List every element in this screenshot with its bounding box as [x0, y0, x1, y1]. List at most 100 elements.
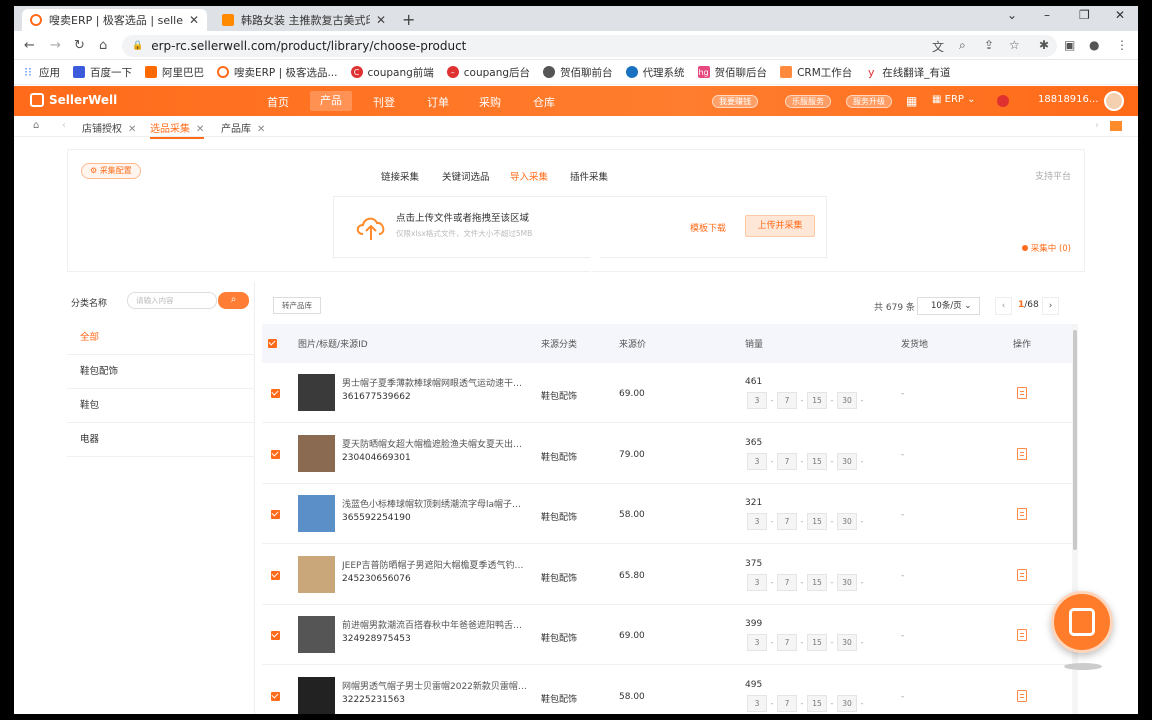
back-icon[interactable]: ← — [24, 38, 35, 53]
page-tab-store-auth[interactable]: 店铺授权 ✕ — [82, 120, 136, 135]
tab-plugin[interactable]: 插件采集 — [570, 169, 608, 183]
share-icon[interactable]: ⇪ — [984, 38, 994, 52]
tab-link-collect[interactable]: 链接采集 — [381, 169, 419, 183]
product-title[interactable]: 浅蓝色小标棒球帽软顶刺绣潮流字母la帽子显... — [342, 497, 528, 510]
tab-search-icon[interactable]: ⌄ — [1007, 8, 1017, 22]
close-icon[interactable]: ✕ — [128, 124, 136, 135]
restore-icon[interactable]: ❐ — [1079, 8, 1090, 22]
edit-icon[interactable] — [1017, 387, 1027, 399]
bookmark-baidu[interactable]: 百度一下 — [73, 65, 132, 80]
product-thumbnail[interactable] — [298, 434, 335, 472]
category-item-electric[interactable]: 电器 — [67, 423, 255, 457]
table-row[interactable]: 网帽男透气帽子男士贝雷帽2022新款贝雷帽女... 32225231563 鞋包… — [262, 665, 1072, 714]
search-button[interactable]: ⌕ — [218, 292, 249, 309]
table-row[interactable]: 男士帽子夏季薄款棒球帽网眼透气运动速干帽... 361677539662 鞋包配… — [262, 363, 1072, 423]
star-icon[interactable]: ☆ — [1009, 38, 1020, 52]
zoom-icon[interactable]: ⌕ — [959, 38, 966, 53]
upgrade-pill[interactable]: 服务升级 — [846, 95, 892, 108]
table-scrollbar[interactable] — [1072, 324, 1078, 714]
extensions-icon[interactable]: ✱ — [1039, 38, 1049, 52]
product-title[interactable]: JEEP吉普防晒帽子男遮阳大帽檐夏季透气钓鱼... — [342, 558, 528, 571]
bookmark-crm[interactable]: CRM工作台 — [780, 65, 852, 80]
nav-listing[interactable]: 刊登 — [373, 94, 395, 110]
template-download-link[interactable]: 模板下载 — [690, 221, 726, 234]
minimize-icon[interactable]: – — [1044, 8, 1050, 22]
home-icon[interactable]: ⌂ — [33, 120, 39, 131]
url-field[interactable]: 🔒 erp-rc.sellerwell.com/product/library/… — [122, 35, 1057, 57]
collect-config-button[interactable]: ⚙ 采集配置 — [81, 163, 141, 179]
close-icon[interactable]: ✕ — [196, 124, 204, 135]
supported-platforms-link[interactable]: 支持平台 — [1035, 169, 1071, 182]
page-tab-library[interactable]: 产品库 ✕ — [221, 120, 265, 135]
scroll-right-icon[interactable]: › — [1095, 120, 1099, 131]
edit-icon[interactable] — [1017, 689, 1027, 702]
page-tab-collect[interactable]: 选品采集 ✕ — [150, 120, 205, 139]
row-checkbox[interactable] — [271, 631, 280, 640]
forward-icon[interactable]: → — [50, 38, 61, 53]
product-title[interactable]: 前进帽男款潮流百搭春秋中年爸爸遮阳鸭舌帽... — [342, 618, 528, 631]
row-checkbox[interactable] — [271, 510, 280, 519]
product-thumbnail[interactable] — [298, 374, 335, 411]
tab-import[interactable]: 导入采集 — [510, 169, 548, 183]
reload-icon[interactable]: ↻ — [74, 38, 85, 53]
bookmark-agent[interactable]: 代理系统 — [625, 65, 685, 80]
row-checkbox[interactable] — [271, 389, 280, 398]
prev-page-icon[interactable]: ‹ — [995, 297, 1012, 315]
nav-purchase[interactable]: 采购 — [479, 94, 501, 110]
bookmark-coupang-back[interactable]: – coupang后台 — [446, 65, 530, 80]
row-checkbox[interactable] — [271, 691, 280, 701]
bookmark-coupang-front[interactable]: Ccoupang前端 — [350, 65, 434, 80]
tab-menu-icon[interactable] — [1110, 121, 1122, 131]
table-row[interactable]: 夏天防晒帽女超大帽檐遮脸渔夫帽女夏天出游... 230404669301 鞋包配… — [262, 423, 1072, 484]
close-icon[interactable]: ✕ — [189, 13, 199, 27]
product-title[interactable]: 男士帽子夏季薄款棒球帽网眼透气运动速干帽... — [342, 376, 528, 389]
product-thumbnail[interactable] — [298, 555, 335, 593]
product-thumbnail[interactable] — [298, 495, 335, 532]
service-pill[interactable]: 乐服服务 — [785, 95, 831, 108]
menu-icon[interactable]: ⋮ — [1116, 38, 1128, 52]
close-icon[interactable]: ✕ — [376, 13, 386, 27]
browser-tab-erp[interactable]: 嗖卖ERP | 极客选品 | sellerwell ✕ — [22, 9, 207, 31]
product-thumbnail[interactable] — [298, 616, 335, 653]
sidepanel-icon[interactable]: ▣ — [1064, 38, 1075, 52]
browser-tab-product[interactable]: 韩路女装 主推款复古美式印花T恤 ✕ — [214, 9, 394, 31]
home-icon[interactable]: ⌂ — [99, 38, 107, 53]
scroll-left-icon[interactable]: ‹ — [62, 120, 66, 131]
app-logo[interactable]: SellerWell — [30, 93, 117, 107]
product-thumbnail[interactable] — [298, 676, 335, 714]
assistant-float-button[interactable] — [1051, 591, 1113, 653]
select-all-checkbox[interactable] — [268, 339, 277, 348]
upload-dropzone[interactable]: 点击上传文件或者拖拽至该区域 仅限xlsx格式文件，文件大小不超过5MB 模板下… — [333, 196, 827, 258]
bookmark-apps[interactable]: ⁝⁝ 应用 — [22, 65, 60, 80]
table-row[interactable]: 前进帽男款潮流百搭春秋中年爸爸遮阳鸭舌帽... 324928975453 鞋包配… — [262, 605, 1072, 665]
new-tab-icon[interactable]: + — [402, 10, 415, 29]
close-icon[interactable]: ✕ — [257, 124, 265, 135]
table-row[interactable]: JEEP吉普防晒帽子男遮阳大帽檐夏季透气钓鱼... 245230656076 鞋… — [262, 544, 1072, 605]
category-item-all[interactable]: 全部 — [67, 321, 255, 355]
translate-icon[interactable]: 文 — [932, 38, 944, 55]
page-size-select[interactable]: 10条/页 ⌄ — [917, 297, 980, 315]
profile-icon[interactable]: ● — [1089, 38, 1099, 52]
table-row[interactable]: 浅蓝色小标棒球帽软顶刺绣潮流字母la帽子显... 365592254190 鞋包… — [262, 484, 1072, 544]
upload-collect-button[interactable]: 上传并采集 — [745, 215, 815, 237]
erp-switch[interactable]: ▦ ERP ⌄ — [932, 94, 976, 105]
product-title[interactable]: 夏天防晒帽女超大帽檐遮脸渔夫帽女夏天出游... — [342, 437, 528, 450]
edit-icon[interactable] — [1017, 447, 1027, 460]
nav-orders[interactable]: 订单 — [427, 94, 449, 110]
bookmark-hbl-front[interactable]: 贺佰聊前台 — [543, 65, 613, 80]
category-item-bags[interactable]: 鞋包 — [67, 389, 255, 423]
category-search-input[interactable]: 请输入内容 — [127, 292, 217, 309]
product-title[interactable]: 网帽男透气帽子男士贝雷帽2022新款贝雷帽女... — [342, 679, 528, 692]
window-close-icon[interactable]: ✕ — [1115, 8, 1125, 22]
user-menu[interactable]: 18818916... ⌄ — [1038, 94, 1110, 105]
edit-icon[interactable] — [1017, 508, 1027, 520]
bookmark-hbl-back[interactable]: hg 贺佰聊后台 — [697, 65, 767, 80]
bookmark-erp[interactable]: 嗖卖ERP | 极客选品... — [217, 65, 338, 80]
china-flag-icon[interactable] — [997, 95, 1009, 107]
app-grid-icon[interactable]: ▦ — [906, 94, 917, 108]
edit-icon[interactable] — [1017, 629, 1027, 641]
nav-warehouse[interactable]: 仓库 — [533, 94, 555, 110]
row-checkbox[interactable] — [271, 570, 280, 580]
nav-home[interactable]: 首页 — [267, 94, 289, 110]
move-to-library-button[interactable]: 转产品库 — [273, 297, 321, 314]
